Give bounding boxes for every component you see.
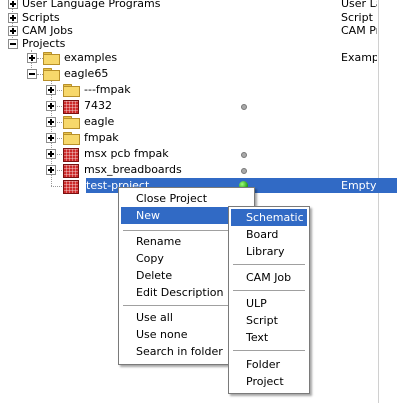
tree-item-label: eagle65	[64, 67, 109, 80]
tree-item-label: msx pcb fmpak	[84, 147, 169, 160]
menu-item-label: Delete	[136, 269, 173, 282]
menu-separator	[233, 290, 305, 292]
tree-item-examples[interactable]: examples Example	[0, 50, 397, 66]
menu-item-text[interactable]: Text	[231, 329, 307, 346]
menu-item-board[interactable]: Board	[231, 226, 307, 243]
folder-icon	[63, 132, 80, 145]
menu-item-label: Copy	[136, 252, 164, 265]
menu-item-label: Search in folder	[136, 345, 223, 358]
menu-item-label: ULP	[246, 297, 267, 310]
folder-icon	[63, 84, 80, 97]
menu-item-label: Rename	[136, 235, 182, 248]
tree-item-msx-pcb-fmpak[interactable]: msx pcb fmpak	[0, 146, 397, 162]
inactive-status-icon	[241, 104, 247, 110]
inactive-status-icon	[241, 168, 247, 174]
menu-item-label: Use all	[136, 311, 173, 324]
tree-item-label: 7432	[84, 99, 112, 112]
menu-item-label: Use none	[136, 328, 188, 341]
menu-item-script[interactable]: Script	[231, 312, 307, 329]
menu-separator	[233, 350, 305, 352]
collapse-icon[interactable]	[27, 69, 37, 79]
new-submenu: Schematic Board Library CAM Job ULP Scri…	[228, 206, 310, 394]
tree-item-7432[interactable]: 7432	[0, 98, 397, 114]
menu-item-folder[interactable]: Folder	[231, 356, 307, 373]
expand-icon[interactable]	[46, 133, 56, 143]
expand-icon[interactable]	[8, 26, 18, 36]
expand-icon[interactable]	[46, 149, 56, 159]
menu-item-label: Schematic	[246, 211, 304, 224]
tree-item-eagle[interactable]: eagle	[0, 114, 397, 130]
inactive-status-icon	[241, 152, 247, 158]
expand-icon[interactable]	[46, 117, 56, 127]
menu-item-label: Script	[246, 314, 278, 327]
menu-item-label: Library	[246, 245, 285, 258]
project-icon	[63, 164, 79, 178]
tree-item-fmpak[interactable]: fmpak	[0, 130, 397, 146]
menu-item-label: Board	[246, 228, 279, 241]
menu-item-label: Project	[246, 375, 284, 388]
folder-icon	[43, 52, 60, 65]
tree-item-msx-breadboards[interactable]: msx_breadboards	[0, 162, 397, 178]
expand-icon[interactable]	[46, 101, 56, 111]
open-folder-icon	[43, 68, 60, 81]
menu-item-label: Close Project	[136, 192, 208, 205]
collapse-icon[interactable]	[8, 39, 18, 49]
expand-icon[interactable]	[8, 13, 18, 23]
expand-icon[interactable]	[27, 53, 37, 63]
expand-icon[interactable]	[46, 85, 56, 95]
menu-item-label: Text	[246, 331, 269, 344]
project-icon	[63, 180, 79, 194]
tree-item-label: msx_breadboards	[84, 163, 182, 176]
project-icon	[63, 100, 79, 114]
tree-item-label: examples	[64, 51, 118, 64]
menu-item-project[interactable]: Project	[231, 373, 307, 390]
menu-item-schematic[interactable]: Schematic	[231, 209, 307, 226]
tree-item-label: eagle	[84, 115, 115, 128]
menu-item-label: Edit Description	[136, 286, 224, 299]
menu-separator	[233, 264, 305, 266]
tree-item-label: ---fmpak	[84, 83, 131, 96]
expand-icon[interactable]	[46, 165, 56, 175]
folder-icon	[63, 116, 80, 129]
menu-item-cam-job[interactable]: CAM Job	[231, 269, 307, 286]
tree-item-eagle65[interactable]: eagle65	[0, 66, 397, 82]
menu-item-close-project[interactable]: Close Project	[121, 190, 252, 207]
menu-item-label: New	[136, 209, 160, 222]
expand-icon[interactable]	[8, 0, 18, 9]
menu-item-library[interactable]: Library	[231, 243, 307, 260]
tree-item-fmpak-dashes[interactable]: ---fmpak	[0, 82, 397, 98]
menu-item-ulp[interactable]: ULP	[231, 295, 307, 312]
tree-item-label: fmpak	[84, 131, 119, 144]
tree-item-description: Empty P	[341, 179, 377, 192]
menu-item-label: CAM Job	[246, 271, 292, 284]
project-icon	[63, 148, 79, 162]
menu-item-label: Folder	[246, 358, 280, 371]
tree-item-description: Example	[341, 51, 377, 64]
